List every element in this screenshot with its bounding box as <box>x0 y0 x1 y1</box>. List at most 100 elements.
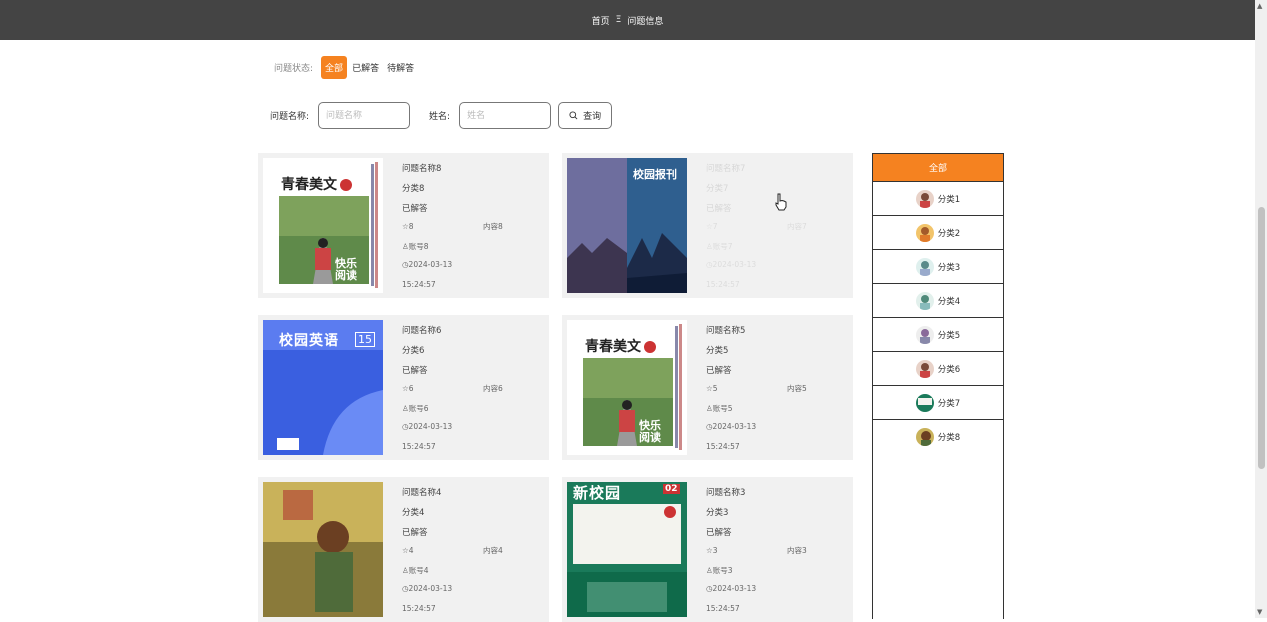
cover-badge: 快乐阅读 <box>639 419 661 444</box>
question-card[interactable]: 问题名称4 分类4 已解答 ☆4 ♙账号4 ◷2024-03-13 15:24:… <box>258 477 549 622</box>
question-category: 分类8 <box>402 184 425 194</box>
breadcrumb-home[interactable]: 首页 <box>592 14 610 27</box>
cover-title: 青春美文 <box>281 177 337 193</box>
question-title[interactable]: 问题名称5 <box>706 324 745 336</box>
question-time: 15:24:57 <box>402 442 436 451</box>
category-label: 分类6 <box>937 364 961 375</box>
question-time: 15:24:57 <box>402 280 436 289</box>
question-time: 15:24:57 <box>706 280 740 289</box>
top-nav-bar: 首页 Ξ 问题信息 <box>0 0 1255 40</box>
filter-all-button[interactable]: 全部 <box>321 56 348 79</box>
user-name-label: 姓名: <box>429 112 451 122</box>
cover-title: 校园报刊 <box>633 168 677 181</box>
question-card[interactable]: 校园报刊 问题名称7 分类7 已解答 ☆7 ♙账号7 ◷2024-03-13 1… <box>562 153 853 298</box>
scrollbar-thumb[interactable] <box>1258 207 1265 469</box>
category-all-button[interactable]: 全部 <box>873 154 1003 182</box>
user-icon: ♙ <box>706 404 713 413</box>
breadcrumb-separator: Ξ <box>615 15 622 25</box>
category-avatar <box>915 427 934 446</box>
user-icon: ♙ <box>402 242 409 251</box>
user-icon: ♙ <box>706 566 713 575</box>
question-card[interactable]: 新校园 02 问题名称3 分类3 已解答 ☆3 ♙账号3 ◷2024-03-13… <box>562 477 853 622</box>
question-category: 分类3 <box>706 508 729 518</box>
category-item[interactable]: 分类1 <box>873 182 1003 216</box>
account-name: 账号5 <box>712 404 733 413</box>
question-content: 内容8 <box>483 222 503 231</box>
scroll-down-icon[interactable]: ▼ <box>1257 608 1262 616</box>
cover-image: 青春美文 快乐阅读 <box>567 320 687 455</box>
question-status: 已解答 <box>706 528 732 538</box>
category-item[interactable]: 分类3 <box>873 250 1003 284</box>
account-name: 账号3 <box>712 566 733 575</box>
question-title[interactable]: 问题名称7 <box>706 162 745 174</box>
filter-pending-button[interactable]: 待解答 <box>384 57 417 78</box>
cover-issue: 15 <box>355 332 375 347</box>
query-button-label: 查询 <box>583 112 602 122</box>
question-content: 内容4 <box>483 546 503 555</box>
question-date: 2024-03-13 <box>712 584 757 593</box>
star-icon: ☆ <box>706 384 713 393</box>
category-item[interactable]: 分类8 <box>873 420 1003 453</box>
user-icon: ♙ <box>706 242 713 251</box>
category-item[interactable]: 分类7 <box>873 386 1003 420</box>
question-content: 内容6 <box>483 384 503 393</box>
cover-issue: 02 <box>663 484 680 494</box>
account-name: 账号6 <box>408 404 429 413</box>
question-card[interactable]: 校园英语 15 问题名称6 分类6 已解答 ☆6 ♙账号6 ◷2024-03-1… <box>258 315 549 460</box>
category-avatar <box>915 189 934 208</box>
question-date: 2024-03-13 <box>408 422 453 431</box>
category-sidebar: 全部 分类1 分类2 分类3 分类4 分类5 分类6 分类7 分类8 <box>872 153 1004 619</box>
question-time: 15:24:57 <box>706 604 740 613</box>
question-card[interactable]: 青春美文 快乐阅读 问题名称8 分类8 已解答 ☆8 ♙账号8 ◷2024-03… <box>258 153 549 298</box>
cover-badge: 快乐阅读 <box>335 257 357 282</box>
category-item[interactable]: 分类5 <box>873 318 1003 352</box>
cover-image: 校园报刊 <box>567 158 687 293</box>
question-title[interactable]: 问题名称8 <box>402 162 441 174</box>
category-avatar <box>915 359 934 378</box>
category-label: 分类1 <box>937 194 961 205</box>
question-date: 2024-03-13 <box>712 422 757 431</box>
status-filter: 问题状态: 全部 已解答 待解答 <box>274 56 419 79</box>
question-name-label: 问题名称: <box>270 112 310 122</box>
category-label: 分类5 <box>937 330 961 341</box>
cover-image: 校园英语 15 <box>263 320 383 455</box>
query-button[interactable]: 查询 <box>558 102 613 129</box>
category-item[interactable]: 分类2 <box>873 216 1003 250</box>
star-count: 7 <box>712 222 718 231</box>
question-category: 分类7 <box>706 184 729 194</box>
user-icon: ♙ <box>402 566 409 575</box>
filter-answered-button[interactable]: 已解答 <box>349 57 382 78</box>
category-avatar <box>915 393 934 412</box>
question-content: 内容3 <box>787 546 807 555</box>
search-icon <box>569 111 578 120</box>
question-title[interactable]: 问题名称4 <box>402 486 441 498</box>
star-icon: ☆ <box>706 546 713 555</box>
category-item[interactable]: 分类6 <box>873 352 1003 386</box>
category-label: 分类7 <box>937 398 961 409</box>
question-card[interactable]: 青春美文 快乐阅读 问题名称5 分类5 已解答 ☆5 ♙账号5 ◷2024-03… <box>562 315 853 460</box>
star-icon: ☆ <box>402 546 409 555</box>
question-name-input[interactable] <box>318 102 411 129</box>
user-name-input[interactable] <box>459 102 552 129</box>
question-time: 15:24:57 <box>402 604 436 613</box>
category-label: 分类2 <box>937 228 961 239</box>
category-item[interactable]: 分类4 <box>873 284 1003 318</box>
scroll-up-icon[interactable]: ▲ <box>1257 2 1262 10</box>
question-title[interactable]: 问题名称6 <box>402 324 441 336</box>
user-icon: ♙ <box>402 404 409 413</box>
question-title[interactable]: 问题名称3 <box>706 486 745 498</box>
vertical-scrollbar[interactable]: ▲ ▼ <box>1255 0 1267 618</box>
account-name: 账号8 <box>408 242 429 251</box>
question-category: 分类6 <box>402 346 425 356</box>
question-status: 已解答 <box>402 204 428 214</box>
cover-title: 校园英语 <box>279 333 339 349</box>
question-category: 分类4 <box>402 508 425 518</box>
category-label: 分类3 <box>937 262 961 273</box>
question-date: 2024-03-13 <box>712 260 757 269</box>
question-date: 2024-03-13 <box>408 584 453 593</box>
status-filter-label: 问题状态: <box>274 64 314 74</box>
cover-image <box>263 482 383 617</box>
category-avatar <box>915 325 934 344</box>
cover-title: 新校园 <box>573 484 622 502</box>
category-avatar <box>915 291 934 310</box>
